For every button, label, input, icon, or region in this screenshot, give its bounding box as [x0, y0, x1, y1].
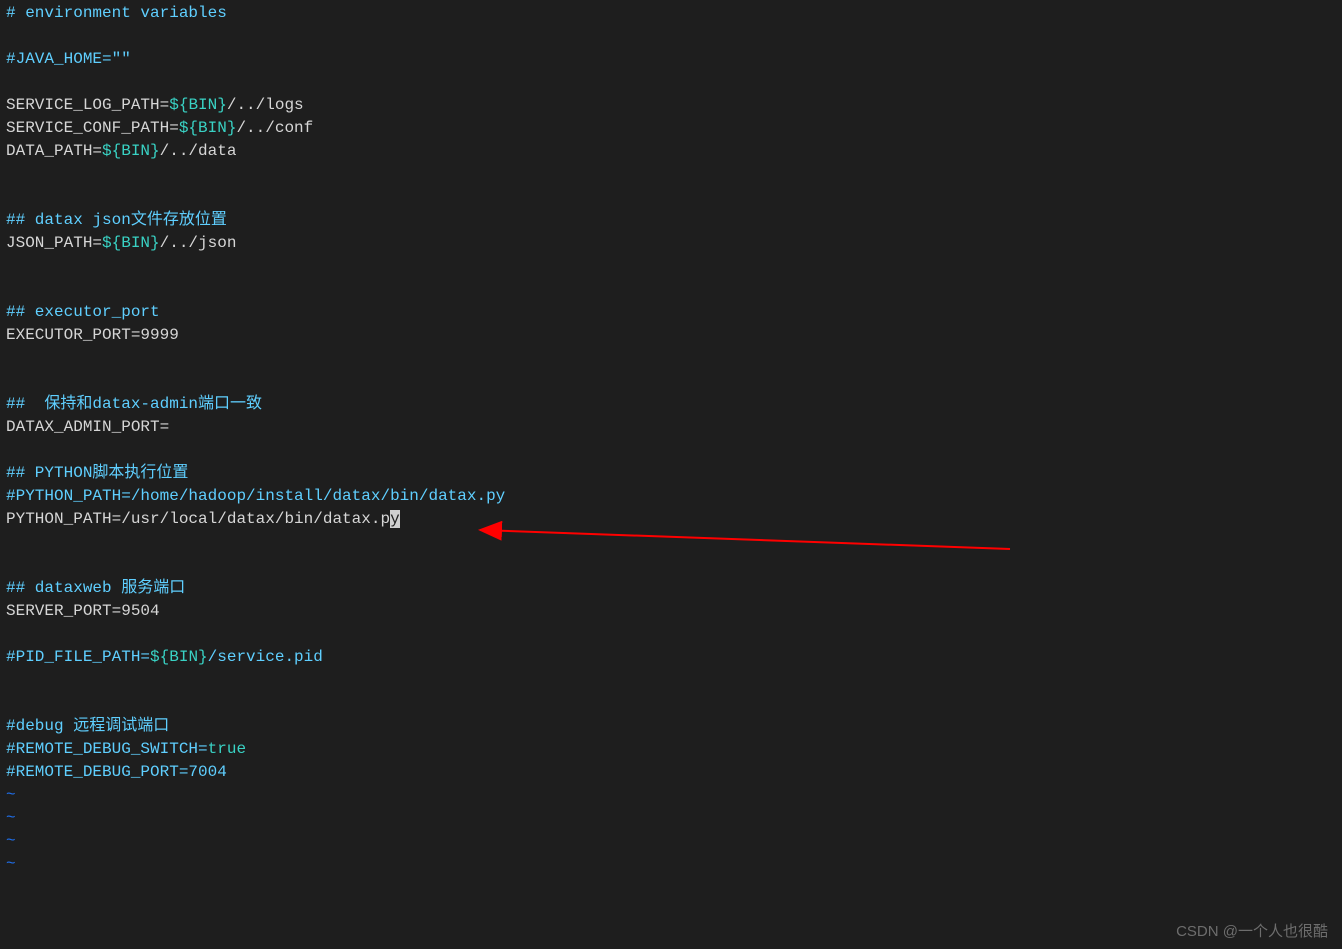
code-line: #PYTHON_PATH=/home/hadoop/install/datax/…	[6, 485, 1336, 508]
comment-segment: ## 保持和datax-admin端口一致	[6, 395, 262, 413]
code-line: ~	[6, 853, 1336, 876]
code-line: #REMOTE_DEBUG_SWITCH=true	[6, 738, 1336, 761]
comment-segment: #JAVA_HOME=""	[6, 50, 131, 68]
watermark-text: CSDN @一个人也很酷	[1176, 920, 1328, 943]
code-line: SERVICE_LOG_PATH=${BIN}/../logs	[6, 94, 1336, 117]
text-segment: /../data	[160, 142, 237, 160]
var-segment: ${BIN}	[102, 142, 160, 160]
text-segment: /../json	[160, 234, 237, 252]
code-line	[6, 347, 1336, 370]
code-line: ~	[6, 830, 1336, 853]
text-segment: EXECUTOR_PORT=9999	[6, 326, 179, 344]
code-line	[6, 623, 1336, 646]
comment-segment: # environment variables	[6, 4, 227, 22]
var-segment: true	[208, 740, 246, 758]
code-line	[6, 692, 1336, 715]
var-segment: ${BIN}	[150, 648, 208, 666]
code-line: DATAX_ADMIN_PORT=	[6, 416, 1336, 439]
comment-segment: #debug 远程调试端口	[6, 717, 169, 735]
tilde-segment: ~	[6, 832, 16, 850]
comment-segment: ## datax json文件存放位置	[6, 211, 227, 229]
code-line: SERVER_PORT=9504	[6, 600, 1336, 623]
code-line: ~	[6, 784, 1336, 807]
code-line: ## executor_port	[6, 301, 1336, 324]
code-line	[6, 255, 1336, 278]
code-line	[6, 370, 1336, 393]
code-line	[6, 186, 1336, 209]
text-segment: DATA_PATH=	[6, 142, 102, 160]
comment-segment: #PYTHON_PATH=/home/hadoop/install/datax/…	[6, 487, 505, 505]
code-line: DATA_PATH=${BIN}/../data	[6, 140, 1336, 163]
comment-segment: #REMOTE_DEBUG_SWITCH=	[6, 740, 208, 758]
text-segment: DATAX_ADMIN_PORT=	[6, 418, 169, 436]
code-line: ## dataxweb 服务端口	[6, 577, 1336, 600]
comment-segment: ## PYTHON脚本执行位置	[6, 464, 188, 482]
cursor-segment: y	[390, 510, 400, 528]
text-segment: SERVICE_LOG_PATH=	[6, 96, 169, 114]
code-line	[6, 278, 1336, 301]
text-segment: /../conf	[236, 119, 313, 137]
code-line	[6, 71, 1336, 94]
text-segment: JSON_PATH=	[6, 234, 102, 252]
code-line: EXECUTOR_PORT=9999	[6, 324, 1336, 347]
comment-segment: ## executor_port	[6, 303, 160, 321]
comment-segment: #PID_FILE_PATH=	[6, 648, 150, 666]
text-segment: SERVER_PORT=9504	[6, 602, 160, 620]
tilde-segment: ~	[6, 786, 16, 804]
terminal-editor[interactable]: # environment variables #JAVA_HOME="" SE…	[0, 0, 1342, 878]
code-line: #PID_FILE_PATH=${BIN}/service.pid	[6, 646, 1336, 669]
code-line	[6, 439, 1336, 462]
code-line	[6, 554, 1336, 577]
tilde-segment: ~	[6, 809, 16, 827]
code-line	[6, 25, 1336, 48]
code-line: #JAVA_HOME=""	[6, 48, 1336, 71]
tilde-segment: ~	[6, 855, 16, 873]
comment-segment: ## dataxweb 服务端口	[6, 579, 185, 597]
code-line	[6, 531, 1336, 554]
text-segment: SERVICE_CONF_PATH=	[6, 119, 179, 137]
var-segment: ${BIN}	[102, 234, 160, 252]
code-line: ## datax json文件存放位置	[6, 209, 1336, 232]
code-line: JSON_PATH=${BIN}/../json	[6, 232, 1336, 255]
code-line	[6, 163, 1336, 186]
var-segment: ${BIN}	[179, 119, 237, 137]
var-segment: ${BIN}	[169, 96, 227, 114]
text-segment: PYTHON_PATH=/usr/local/datax/bin/datax.p	[6, 510, 390, 528]
code-line	[6, 669, 1336, 692]
text-segment: /../logs	[227, 96, 304, 114]
code-line: ## PYTHON脚本执行位置	[6, 462, 1336, 485]
comment-segment: /service.pid	[208, 648, 323, 666]
code-line: SERVICE_CONF_PATH=${BIN}/../conf	[6, 117, 1336, 140]
code-line: ## 保持和datax-admin端口一致	[6, 393, 1336, 416]
comment-segment: #REMOTE_DEBUG_PORT=7004	[6, 763, 227, 781]
code-line: # environment variables	[6, 2, 1336, 25]
code-line: #debug 远程调试端口	[6, 715, 1336, 738]
code-line: ~	[6, 807, 1336, 830]
code-line: PYTHON_PATH=/usr/local/datax/bin/datax.p…	[6, 508, 1336, 531]
code-line: #REMOTE_DEBUG_PORT=7004	[6, 761, 1336, 784]
